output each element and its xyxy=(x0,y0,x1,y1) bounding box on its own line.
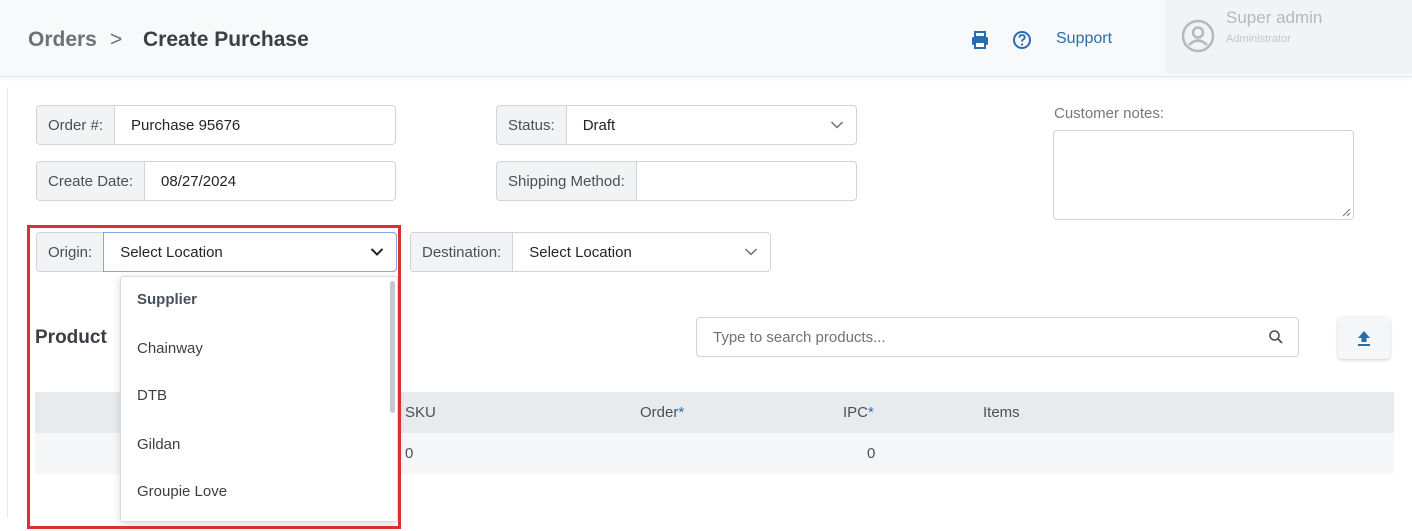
chevron-down-icon xyxy=(744,248,758,256)
shipping-method-input[interactable] xyxy=(637,162,856,200)
resize-grip-icon[interactable] xyxy=(1341,207,1351,217)
page-title: Create Purchase xyxy=(143,28,309,51)
breadcrumb-separator: > xyxy=(110,28,123,51)
column-sku: SKU xyxy=(405,404,436,421)
content-border xyxy=(7,88,8,518)
destination-value: Select Location xyxy=(529,243,632,261)
status-label: Status: xyxy=(497,106,567,144)
support-link[interactable]: Support xyxy=(1056,30,1112,48)
user-name: Super admin xyxy=(1226,8,1323,27)
status-group: Status: Draft xyxy=(496,105,857,145)
printer-icon[interactable] xyxy=(969,29,991,51)
status-value: Draft xyxy=(582,116,616,134)
column-ipc: IPC* xyxy=(843,404,874,421)
row-ipc[interactable]: 0 xyxy=(867,445,875,462)
required-mark: * xyxy=(868,404,874,421)
search-placeholder: Type to search products... xyxy=(713,329,886,346)
help-icon[interactable] xyxy=(1011,29,1033,51)
search-icon[interactable] xyxy=(1268,329,1284,345)
upload-button[interactable] xyxy=(1338,317,1390,359)
upload-icon xyxy=(1358,331,1370,346)
order-number-input[interactable]: Purchase 95676 xyxy=(115,106,395,144)
required-mark: * xyxy=(678,404,685,421)
destination-label: Destination: xyxy=(411,233,514,271)
user-avatar-icon[interactable] xyxy=(1181,19,1215,53)
product-search-input[interactable]: Type to search products... xyxy=(696,317,1299,357)
destination-group: Destination: Select Location xyxy=(410,232,771,272)
create-date-group: Create Date: 08/27/2024 xyxy=(36,161,396,201)
create-date-input[interactable]: 08/27/2024 xyxy=(145,162,395,200)
customer-notes-label: Customer notes: xyxy=(1054,105,1165,122)
customer-notes-textarea[interactable] xyxy=(1053,130,1354,220)
order-number-label: Order #: xyxy=(37,106,116,144)
create-date-label: Create Date: xyxy=(37,162,146,200)
row-sku: 0 xyxy=(405,445,414,462)
column-items: Items xyxy=(983,404,1020,421)
breadcrumb-orders[interactable]: Orders xyxy=(28,28,97,52)
column-order-label: Order xyxy=(640,404,679,421)
order-number-group: Order #: Purchase 95676 xyxy=(36,105,396,145)
status-select[interactable]: Draft xyxy=(567,106,856,144)
column-ipc-label: IPC xyxy=(843,404,869,421)
shipping-method-label: Shipping Method: xyxy=(497,162,637,200)
destination-select[interactable]: Select Location xyxy=(513,233,770,271)
chevron-down-icon xyxy=(830,121,844,129)
shipping-method-group: Shipping Method: xyxy=(496,161,857,201)
top-header: Orders > Create Purchase Support Super a… xyxy=(0,0,1412,77)
user-role: Administrator xyxy=(1226,33,1291,45)
highlight-box xyxy=(27,225,401,529)
column-order: Order* xyxy=(640,404,684,421)
